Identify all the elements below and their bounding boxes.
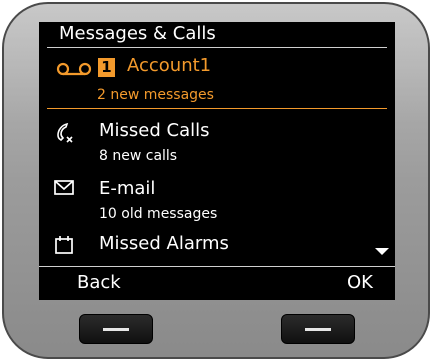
- missed-alarms-label: Missed Alarms: [99, 233, 229, 254]
- account-summary: 2 new messages: [97, 87, 214, 103]
- softkey-back[interactable]: Back: [77, 272, 121, 293]
- account-number-badge: 1: [98, 58, 115, 77]
- list-item-account[interactable]: 1 Account1 2 new messages: [39, 52, 395, 112]
- left-softkey-button[interactable]: [79, 314, 153, 344]
- email-summary: 10 old messages: [99, 206, 218, 222]
- key-dash-icon: [103, 328, 129, 331]
- alarm-calendar-icon: [55, 236, 73, 254]
- email-label: E-mail: [99, 178, 156, 199]
- softkey-bar: Back OK: [39, 266, 395, 300]
- list-item-missed-calls[interactable]: Missed Calls 8 new calls: [39, 116, 395, 168]
- softkey-ok[interactable]: OK: [347, 272, 373, 293]
- right-softkey-button[interactable]: [281, 314, 355, 344]
- page-title: Messages & Calls: [59, 23, 216, 44]
- phone-device: Messages & Calls 1 Account1 2 new messag…: [2, 2, 430, 359]
- key-dash-icon: [305, 328, 331, 331]
- list-item-email[interactable]: E-mail 10 old messages: [39, 174, 395, 226]
- list-item-missed-alarms[interactable]: Missed Alarms: [39, 230, 395, 260]
- missed-calls-label: Missed Calls: [99, 120, 210, 141]
- account-name: Account1: [127, 55, 212, 76]
- missed-call-icon: [57, 122, 73, 143]
- missed-calls-summary: 8 new calls: [99, 148, 178, 164]
- title-divider: [47, 47, 387, 48]
- envelope-icon: [54, 180, 74, 195]
- voicemail-icon: [56, 62, 92, 76]
- scroll-down-icon: [375, 248, 389, 255]
- selection-divider: [47, 108, 387, 109]
- title-bar: Messages & Calls: [39, 22, 395, 46]
- display-screen: Messages & Calls 1 Account1 2 new messag…: [39, 22, 395, 300]
